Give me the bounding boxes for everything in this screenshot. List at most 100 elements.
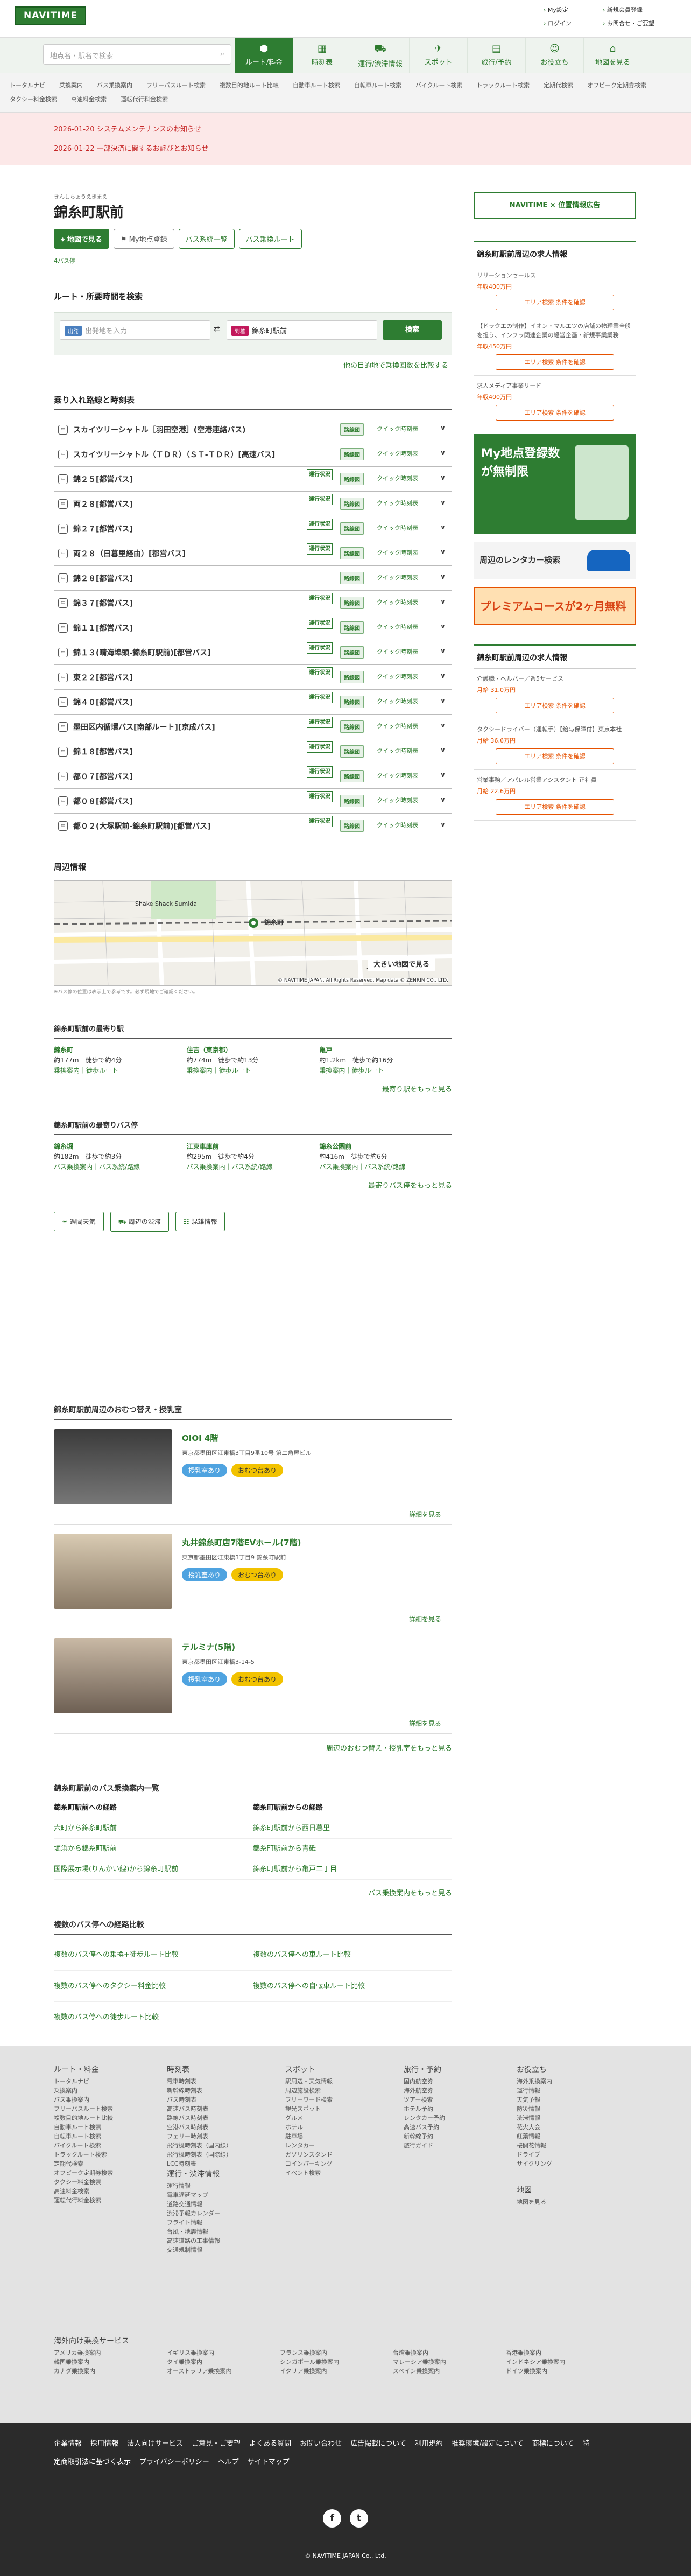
- footer-link[interactable]: 地図を見る: [517, 2197, 546, 2207]
- header-link-contact[interactable]: お問合せ・ご要望: [603, 19, 662, 27]
- footer-link[interactable]: レンタカー: [285, 2141, 333, 2150]
- route-map-button[interactable]: 路線図: [340, 696, 364, 708]
- more-stations-link[interactable]: 最寄り駅をもっと見る: [54, 1083, 452, 1094]
- busstop-name[interactable]: 錦糸堀: [54, 1142, 187, 1152]
- station-name[interactable]: 住吉（東京都）: [187, 1045, 320, 1055]
- footer-link[interactable]: 飛行機時刻表（国内線）: [167, 2141, 232, 2150]
- footer-link[interactable]: マレーシア乗換案内: [393, 2357, 506, 2367]
- route-map-button[interactable]: 路線図: [340, 646, 364, 659]
- footer-link[interactable]: 渋滞予報カレンダー: [167, 2209, 220, 2218]
- quick-timetable-link[interactable]: クイック時刻表: [377, 523, 418, 532]
- footer-link[interactable]: ドイツ乗換案内: [506, 2367, 619, 2376]
- my-point-button[interactable]: ⚑ My地点登録: [113, 229, 174, 249]
- busstop-name[interactable]: 錦糸公園前: [319, 1142, 452, 1152]
- footer-link[interactable]: 渋滞情報: [517, 2113, 552, 2123]
- line-row[interactable]: ▭ 両２８（日暮里経由）[都営バス] 運行状況 路線図 クイック時刻表 ∨: [54, 541, 452, 566]
- line-row[interactable]: ▭ 錦２７[都営バス] 運行状況 路線図 クイック時刻表 ∨: [54, 516, 452, 541]
- nav-timetable[interactable]: ▦ 時刻表: [293, 38, 351, 73]
- station-name[interactable]: 錦糸町: [54, 1045, 187, 1055]
- footer-link[interactable]: アメリカ乗換案内: [54, 2348, 167, 2357]
- operation-status-link[interactable]: 運行状況: [307, 717, 333, 728]
- route-map-button[interactable]: 路線図: [340, 720, 364, 733]
- subnav-item[interactable]: 運転代行料金検索: [121, 96, 168, 103]
- multi-compare-link[interactable]: 複数のバス停へのタクシー料金比較: [54, 1971, 253, 2002]
- weather-button[interactable]: ☀ 週間天気: [54, 1212, 104, 1231]
- multi-compare-link[interactable]: 複数のバス停への乗換+徒歩ルート比較: [54, 1940, 253, 1971]
- chevron-down-icon[interactable]: ∨: [440, 598, 446, 605]
- footer-bottom-link[interactable]: お問い合わせ: [300, 2440, 342, 2448]
- subnav-item[interactable]: トラックルート検索: [476, 82, 530, 89]
- footer-link[interactable]: イベント検索: [285, 2168, 333, 2178]
- congestion-button[interactable]: ☷ 混雑情報: [175, 1212, 225, 1231]
- nav-map[interactable]: ⌂ 地図を見る: [583, 38, 641, 73]
- operation-status-link[interactable]: 運行状況: [307, 469, 333, 480]
- chevron-down-icon[interactable]: ∨: [440, 622, 446, 630]
- footer-link[interactable]: 高速道路の工事情報: [167, 2236, 220, 2245]
- subnav-item[interactable]: 高速料金検索: [71, 96, 107, 103]
- footer-link[interactable]: フランス乗換案内: [280, 2348, 393, 2357]
- footer-link[interactable]: 新幹線時刻表: [167, 2086, 232, 2095]
- chevron-down-icon[interactable]: ∨: [440, 746, 446, 754]
- detail-link[interactable]: 詳細を見る: [409, 1719, 441, 1728]
- sub-busstop-link[interactable]: 4バス停: [54, 256, 452, 265]
- more-busstops-link[interactable]: 最寄りバス停をもっと見る: [54, 1180, 452, 1190]
- footer-link[interactable]: バス乗換案内: [54, 2095, 113, 2104]
- footer-link[interactable]: カナダ乗換案内: [54, 2367, 167, 2376]
- route-map-button[interactable]: 路線図: [340, 795, 364, 807]
- line-name[interactable]: 錦２７[都営バス]: [73, 523, 133, 534]
- footer-link[interactable]: 定期代検索: [54, 2159, 113, 2168]
- line-name[interactable]: 都０８[都営バス]: [73, 796, 133, 807]
- subnav-item[interactable]: バス乗換案内: [97, 82, 132, 89]
- job-condition-button[interactable]: エリア検索 条件を確認: [496, 698, 614, 713]
- free-trial-ad[interactable]: プレミアムコースが2ヶ月無料: [474, 587, 636, 625]
- nav-traffic[interactable]: ⛟ 運行/渋滞情報: [351, 38, 409, 73]
- chevron-down-icon[interactable]: ∨: [440, 796, 446, 803]
- line-row[interactable]: ▭ 東２２[都営バス] 運行状況 路線図 クイック時刻表 ∨: [54, 665, 452, 690]
- quick-timetable-link[interactable]: クイック時刻表: [377, 746, 418, 755]
- footer-link[interactable]: LCC時刻表: [167, 2159, 232, 2168]
- subnav-item[interactable]: 自転車ルート検索: [354, 82, 401, 89]
- chevron-down-icon[interactable]: ∨: [440, 573, 446, 580]
- line-name[interactable]: 錦３７[都営バス]: [73, 598, 133, 608]
- job-desc[interactable]: タクシードライバー（運転手）【給与保障付】東京本社: [477, 725, 633, 734]
- line-row[interactable]: ▭ 都０８[都営バス] 運行状況 路線図 クイック時刻表 ∨: [54, 789, 452, 814]
- chevron-down-icon[interactable]: ∨: [440, 523, 446, 531]
- chevron-down-icon[interactable]: ∨: [440, 647, 446, 655]
- quick-timetable-link[interactable]: クイック時刻表: [377, 449, 418, 458]
- footer-link[interactable]: オーストラリア乗換案内: [167, 2367, 280, 2376]
- header-link-login[interactable]: ログイン: [544, 19, 603, 27]
- quick-timetable-link[interactable]: クイック時刻表: [377, 622, 418, 631]
- footer-link[interactable]: 桜開花情報: [517, 2141, 552, 2150]
- quick-timetable-link[interactable]: クイック時刻表: [377, 697, 418, 705]
- quick-timetable-link[interactable]: クイック時刻表: [377, 771, 418, 780]
- job-desc[interactable]: 営業事務／アパレル営業アシスタント 正社員: [477, 775, 633, 785]
- footer-link[interactable]: 乗換案内: [54, 2086, 113, 2095]
- footer-link[interactable]: 駅周辺・天気情報: [285, 2077, 333, 2086]
- busstop-links[interactable]: バス乗換案内｜バス系統/路線: [319, 1162, 452, 1172]
- footer-link[interactable]: 飛行機時刻表（国際線）: [167, 2150, 232, 2159]
- job-condition-button[interactable]: エリア検索 条件を確認: [496, 354, 614, 370]
- nav-spot[interactable]: ✈ スポット: [409, 38, 467, 73]
- line-name[interactable]: 両２８（日暮里経由）[都営バス]: [73, 548, 186, 559]
- detail-link[interactable]: 詳細を見る: [409, 1614, 441, 1623]
- line-row[interactable]: ▭ 錦１８[都営バス] 運行状況 路線図 クイック時刻表 ∨: [54, 739, 452, 764]
- operation-status-link[interactable]: 運行状況: [307, 494, 333, 505]
- rentacar-ad[interactable]: 周辺のレンタカー検索: [474, 542, 636, 579]
- footer-link[interactable]: 運転代行料金検索: [54, 2196, 113, 2205]
- search-input[interactable]: 地点名・駅名で検索 ⌕: [43, 44, 231, 65]
- bus-route-from-link[interactable]: 錦糸町駅前から亀戸二丁目: [253, 1859, 452, 1880]
- footer-link[interactable]: 観光スポット: [285, 2104, 333, 2113]
- multi-compare-link[interactable]: 複数のバス停への自転車ルート比較: [253, 1971, 452, 2002]
- chevron-down-icon[interactable]: ∨: [440, 697, 446, 704]
- line-row[interactable]: ▭ 錦１１[都営バス] 運行状況 路線図 クイック時刻表 ∨: [54, 615, 452, 640]
- footer-link[interactable]: オフピーク定期券検索: [54, 2168, 113, 2178]
- twitter-icon[interactable]: t: [350, 2509, 368, 2528]
- footer-link[interactable]: フリーパスルート検索: [54, 2104, 113, 2113]
- nursing-name[interactable]: テルミナ(5階): [182, 1641, 235, 1653]
- footer-link[interactable]: 高速バス予約: [404, 2123, 445, 2132]
- route-map-button[interactable]: 路線図: [340, 522, 364, 535]
- operation-status-link[interactable]: 運行状況: [307, 766, 333, 778]
- station-links[interactable]: 乗換案内｜徒歩ルート: [54, 1066, 187, 1076]
- route-map-button[interactable]: 路線図: [340, 745, 364, 758]
- quick-timetable-link[interactable]: クイック時刻表: [377, 821, 418, 829]
